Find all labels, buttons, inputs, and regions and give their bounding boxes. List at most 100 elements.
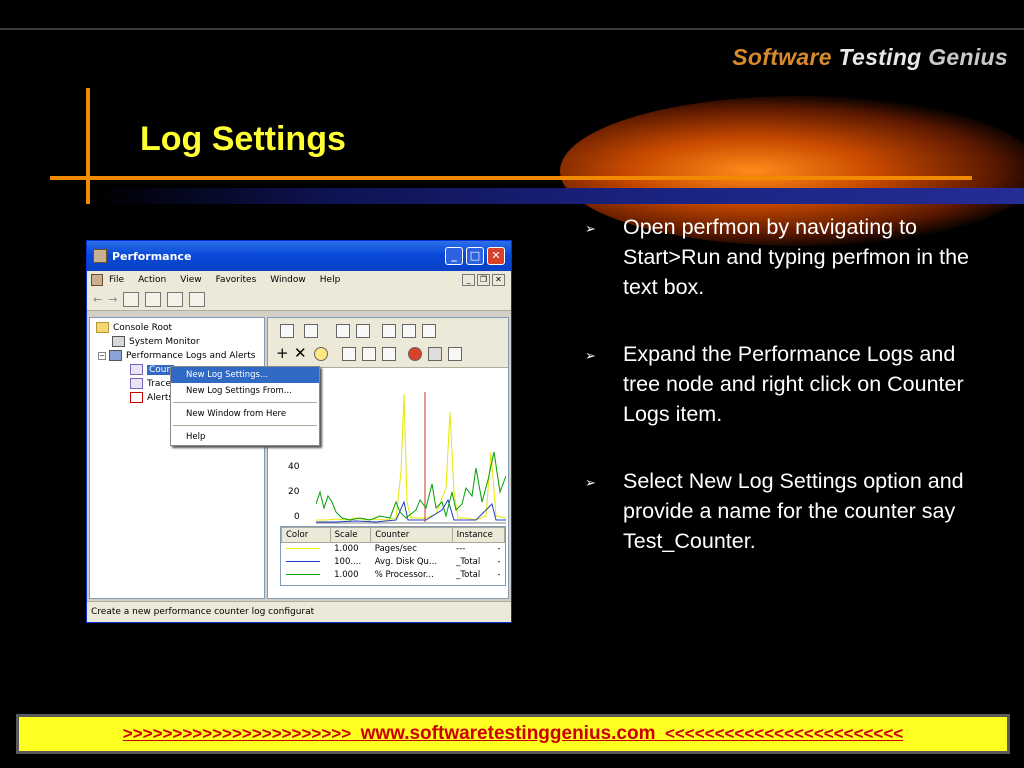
system-monitor-icon [112, 336, 125, 347]
menu-favorites[interactable]: Favorites [216, 275, 257, 285]
forward-arrow-icon[interactable]: → [108, 293, 117, 306]
mdi-restore-button[interactable]: ❐ [477, 274, 490, 286]
menu-separator [173, 425, 317, 426]
freeze-display-icon[interactable] [408, 347, 422, 361]
menu-action[interactable]: Action [138, 275, 166, 285]
logo-word-software: Software [732, 44, 832, 70]
counter-logs-icon [130, 364, 143, 375]
view-graph-icon[interactable] [382, 324, 396, 338]
menu-item-new-log-settings-from[interactable]: New Log Settings From... [171, 383, 319, 399]
footer-left-arrows: >>>>>>>>>>>>>>>>>>>>>>> [122, 724, 352, 743]
properties-icon[interactable] [189, 292, 206, 307]
performance-graph [316, 392, 506, 524]
slide-title: Log Settings [140, 120, 346, 158]
tree-item-counter-logs[interactable]: Coun [130, 364, 175, 375]
view-current-activity-icon[interactable] [336, 324, 350, 338]
system-menu-icon[interactable] [91, 274, 103, 286]
menu-item-new-window-from-here[interactable]: New Window from Here [171, 406, 319, 422]
monitor-toolbar: + ✕ [268, 318, 508, 368]
window-title: Performance [112, 249, 192, 263]
color-swatch [285, 574, 320, 575]
table-row[interactable]: 1.000 % Processor... _Total - [282, 569, 505, 582]
console-tree: Console Root System Monitor − Performanc… [89, 317, 265, 599]
status-bar: Create a new performance counter log con… [87, 601, 511, 622]
legend-header-counter[interactable]: Counter [370, 527, 453, 543]
minimize-button[interactable]: _ [445, 247, 463, 265]
top-divider [0, 28, 1024, 30]
update-data-icon[interactable] [428, 347, 442, 361]
legend-header-scale[interactable]: Scale [329, 527, 372, 543]
window-titlebar[interactable]: Performance _ □ ✕ [87, 241, 511, 271]
series-pages-per-sec [316, 393, 506, 521]
tree-item-system-monitor[interactable]: System Monitor [112, 336, 200, 347]
performance-app-icon [93, 249, 107, 263]
properties-icon[interactable] [382, 347, 396, 361]
color-swatch [285, 548, 320, 550]
legend-header-color[interactable]: Color [281, 527, 331, 543]
bullet-item: Select New Log Settings option and provi… [585, 466, 990, 556]
context-menu: New Log Settings... New Log Settings Fro… [170, 366, 320, 446]
tree-item-perf-logs[interactable]: − Performance Logs and Alerts [98, 350, 255, 361]
legend-table: Color Scale Counter Instance 1.000 Pages… [281, 527, 506, 582]
menu-window[interactable]: Window [270, 275, 306, 285]
add-counter-icon[interactable]: + [276, 346, 289, 361]
menu-bar: File Action View Favorites Window Help _… [87, 271, 511, 289]
system-monitor-pane: + ✕ 40 20 0 Color Scale Counter Instance… [267, 317, 509, 599]
mdi-minimize-button[interactable]: _ [462, 274, 475, 286]
maximize-button[interactable]: □ [466, 247, 484, 265]
clear-display-icon[interactable] [304, 324, 318, 338]
footer-right-arrows: <<<<<<<<<<<<<<<<<<<<<<<< [664, 724, 904, 743]
collapse-toggle-icon[interactable]: − [98, 351, 106, 360]
help-icon[interactable] [448, 347, 462, 361]
menu-file[interactable]: File [109, 275, 124, 285]
bullet-list: Open perfmon by navigating to Start>Run … [585, 212, 990, 593]
paste-counter-list-icon[interactable] [362, 347, 376, 361]
brand-logo: Software Testing Genius [732, 44, 1008, 71]
folder-icon [96, 322, 109, 333]
y-tick-label: 20 [288, 487, 300, 497]
new-counter-set-icon[interactable] [280, 324, 294, 338]
copy-properties-icon[interactable] [342, 347, 356, 361]
menu-item-new-log-settings[interactable]: New Log Settings... [171, 367, 319, 383]
y-tick-label: 40 [288, 462, 300, 472]
logo-word-genius: Genius [928, 44, 1008, 70]
footer-banner: >>>>>>>>>>>>>>>>>>>>>>> www.softwaretest… [16, 714, 1010, 754]
bullet-item: Expand the Performance Logs and tree nod… [585, 339, 990, 429]
blue-band-decoration [96, 188, 1024, 204]
series-processor-time [316, 451, 506, 521]
logo-word-testing: Testing [838, 44, 922, 70]
trace-logs-icon [130, 378, 143, 389]
color-swatch [285, 561, 320, 562]
perf-logs-icon [109, 350, 122, 361]
tree-item-trace-logs[interactable]: Trace [130, 378, 171, 389]
menu-help[interactable]: Help [320, 275, 341, 285]
view-report-icon[interactable] [422, 324, 436, 338]
mdi-close-button[interactable]: ✕ [492, 274, 505, 286]
view-log-data-icon[interactable] [356, 324, 370, 338]
up-one-level-icon[interactable] [123, 292, 140, 307]
menu-item-help[interactable]: Help [171, 429, 319, 445]
menu-view[interactable]: View [180, 275, 201, 285]
main-toolbar: ← → [87, 289, 511, 311]
table-row[interactable]: 100.... Avg. Disk Qu... _Total - [282, 556, 505, 569]
view-histogram-icon[interactable] [402, 324, 416, 338]
menu-separator [173, 402, 317, 403]
table-row[interactable]: 1.000 Pages/sec --- - [282, 543, 505, 556]
y-tick-label: 0 [294, 512, 300, 522]
delete-counter-icon[interactable]: ✕ [294, 346, 307, 361]
counter-legend: Color Scale Counter Instance 1.000 Pages… [280, 526, 506, 586]
tree-item-console-root[interactable]: Console Root [96, 322, 172, 333]
alerts-icon [130, 392, 143, 403]
orange-vertical-rule [86, 88, 90, 204]
mdi-controls: _ ❐ ✕ [462, 274, 505, 286]
orange-horizontal-rule [50, 176, 972, 180]
bullet-item: Open perfmon by navigating to Start>Run … [585, 212, 990, 302]
legend-header-instance[interactable]: Instance [451, 527, 506, 543]
highlight-icon[interactable] [314, 347, 328, 361]
tree-item-alerts[interactable]: Alerts [130, 392, 173, 403]
close-button[interactable]: ✕ [487, 247, 505, 265]
footer-url-link[interactable]: www.softwaretestinggenius.com [361, 723, 656, 745]
help-icon[interactable] [167, 292, 184, 307]
show-hide-tree-icon[interactable] [145, 292, 162, 307]
back-arrow-icon[interactable]: ← [93, 293, 102, 306]
